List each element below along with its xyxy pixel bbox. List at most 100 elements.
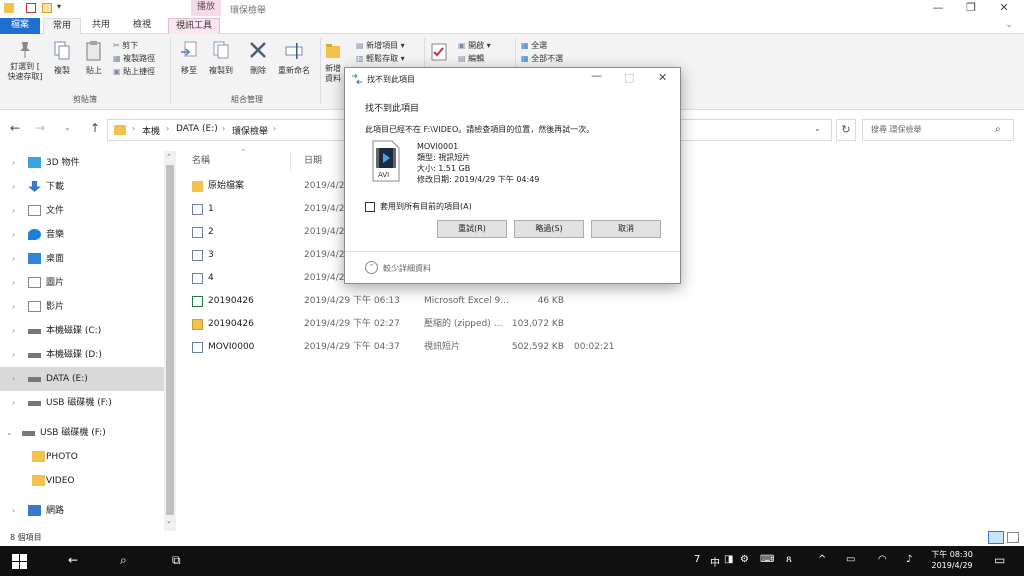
chevron-right-icon[interactable]: › [12, 271, 15, 295]
new-item-button[interactable]: ▤ 新增項目 ▾ [356, 40, 405, 52]
task-view-icon[interactable]: ⧉ [172, 553, 181, 568]
rename-button[interactable]: 重新命名 [274, 40, 314, 76]
chevron-right-icon[interactable]: › [12, 199, 15, 223]
search-input[interactable]: 搜尋 環保檢舉 ⌕ [862, 119, 1014, 141]
nav-item[interactable]: › 影片 [0, 295, 164, 319]
customize-quick-access-icon[interactable]: ▾ [57, 2, 67, 12]
nav-item[interactable]: › 3D 物件 [0, 151, 164, 175]
nav-item[interactable]: › 網路 [0, 499, 164, 523]
large-icons-view-icon[interactable] [1007, 532, 1019, 543]
chevron-right-icon[interactable]: › [12, 319, 15, 343]
breadcrumb-drive[interactable]: DATA (E:) [176, 124, 218, 134]
chevron-right-icon[interactable]: › [12, 295, 15, 319]
cut-button[interactable]: ✂ 剪下 [113, 40, 138, 52]
collapse-details-icon[interactable]: ⌃ [365, 261, 378, 274]
action-center-icon[interactable]: ▭ [994, 553, 1005, 567]
chevron-right-icon[interactable]: › [12, 151, 15, 175]
show-hidden-icons-icon[interactable]: ^ [818, 554, 826, 565]
chevron-right-icon[interactable]: › [222, 124, 225, 133]
recent-locations-icon[interactable]: ⌄ [64, 123, 71, 132]
apply-all-label[interactable]: 套用到所有目前的項目(A) [380, 201, 472, 212]
battery-icon[interactable]: ▭ [846, 554, 855, 565]
paste-button[interactable]: 貼上 [80, 40, 108, 76]
chevron-right-icon[interactable]: › [12, 499, 15, 523]
people-icon[interactable]: ጸ [786, 554, 792, 565]
maximize-button[interactable]: ❐ [955, 0, 987, 18]
close-button[interactable]: ✕ [988, 0, 1020, 18]
file-row[interactable]: 20190426 2019/4/29 下午 06:13 Microsoft Exce… [188, 290, 788, 313]
edit-button[interactable]: ▤ 編輯 [458, 53, 484, 65]
easy-access-button[interactable]: ▥ 輕鬆存取 ▾ [356, 53, 405, 65]
nav-scrollbar[interactable]: ⌃ ⌄ [164, 151, 176, 531]
nav-item[interactable]: › 本機磁碟 (C:) [0, 319, 164, 343]
nav-item[interactable]: PHOTO [0, 445, 164, 469]
move-to-button[interactable]: 移至 [176, 40, 202, 76]
apply-all-checkbox[interactable] [365, 202, 375, 212]
chevron-right-icon[interactable]: › [12, 391, 15, 415]
paste-shortcut-button[interactable]: ▣ 貼上捷徑 [113, 66, 155, 78]
pin-quick-access-button[interactable]: 釘選到 [ 快速存取] [4, 40, 46, 82]
back-arrow-icon[interactable]: ← [68, 553, 78, 567]
chevron-right-icon[interactable]: › [132, 124, 135, 133]
search-icon[interactable]: ⌕ [120, 553, 127, 568]
retry-button[interactable]: 重試(R) [437, 220, 507, 238]
copy-to-button[interactable]: 複製到 [204, 40, 238, 76]
breadcrumb-folder[interactable]: 環保檢舉 [232, 124, 268, 137]
tab-view[interactable]: 檢視 [123, 18, 161, 34]
nav-item[interactable]: › 音樂 [0, 223, 164, 247]
file-row[interactable]: MOVI0000 2019/4/29 下午 04:37 視訊短片 502,592 KB… [188, 336, 788, 359]
file-row[interactable]: 20190426 2019/4/29 下午 02:27 壓縮的 (zipped) .… [188, 313, 788, 336]
new-folder-button[interactable]: 新增 資料 [322, 40, 344, 84]
wifi-icon[interactable]: ◠ [878, 554, 887, 565]
new-folder-icon[interactable] [42, 3, 52, 13]
nav-item[interactable]: ⌄ USB 磁碟機 (F:) [0, 421, 164, 445]
ime-language[interactable]: 中 [710, 554, 720, 569]
skip-button[interactable]: 略過(S) [514, 220, 584, 238]
select-none-button[interactable]: ▦ 全部不選 [521, 53, 563, 65]
column-divider[interactable] [290, 151, 291, 171]
minimize-button[interactable]: — [922, 0, 954, 18]
properties-icon[interactable] [26, 3, 36, 13]
copy-path-button[interactable]: ▦ 複製路徑 [113, 53, 155, 65]
scroll-down-icon[interactable]: ⌄ [166, 517, 172, 525]
less-details-link[interactable]: 較少詳細資料 [383, 263, 431, 274]
chevron-right-icon[interactable]: › [166, 124, 169, 133]
dialog-minimize-button[interactable]: — [591, 69, 602, 82]
properties-button[interactable] [428, 42, 450, 62]
back-arrow-icon[interactable]: ← [10, 121, 20, 135]
tab-share[interactable]: 共用 [84, 18, 118, 34]
up-arrow-icon[interactable]: ↑ [90, 121, 100, 135]
ime-mode-icon[interactable]: ◨ [724, 554, 733, 565]
ime-settings-icon[interactable]: ⚙ [740, 554, 749, 565]
chevron-right-icon[interactable]: › [12, 223, 15, 247]
breadcrumb-this-pc[interactable]: 本機 [142, 124, 160, 137]
chevron-right-icon[interactable]: › [12, 367, 15, 391]
details-view-icon[interactable] [988, 531, 1004, 544]
cancel-button[interactable]: 取消 [591, 220, 661, 238]
chevron-right-icon[interactable]: › [273, 124, 276, 133]
forward-arrow-icon[interactable]: → [35, 121, 45, 135]
chevron-right-icon[interactable]: › [12, 343, 15, 367]
chevron-right-icon[interactable]: › [12, 247, 15, 271]
tab-home[interactable]: 常用 [43, 18, 81, 34]
clock[interactable]: 下午 08:30 2019/4/29 [926, 549, 978, 571]
select-all-button[interactable]: ▦ 全選 [521, 40, 547, 52]
keyboard-icon[interactable]: ⌨ [760, 554, 774, 565]
volume-icon[interactable]: ♪ [906, 554, 912, 565]
nav-item[interactable]: VIDEO [0, 469, 164, 493]
open-button[interactable]: ▣ 開啟 ▾ [458, 40, 491, 52]
scroll-up-icon[interactable]: ⌃ [166, 153, 172, 161]
expand-ribbon-icon[interactable]: ⌄ [998, 18, 1020, 34]
windows-start-icon[interactable] [12, 554, 27, 569]
nav-item[interactable]: › 下載 [0, 175, 164, 199]
nav-item[interactable]: › 文件 [0, 199, 164, 223]
copy-button[interactable]: 複製 [48, 40, 76, 76]
address-dropdown-icon[interactable]: ⌄ [814, 124, 821, 133]
tab-file[interactable]: 檔案 [0, 18, 40, 34]
nav-item[interactable]: › USB 磁碟機 (F:) [0, 391, 164, 415]
dialog-close-button[interactable]: ✕ [658, 71, 667, 84]
chevron-down-icon[interactable]: ⌄ [6, 421, 13, 445]
nav-item[interactable]: › 圖片 [0, 271, 164, 295]
column-header-date[interactable]: 日期 [304, 151, 322, 171]
column-header-name[interactable]: 名稱 [192, 151, 210, 171]
